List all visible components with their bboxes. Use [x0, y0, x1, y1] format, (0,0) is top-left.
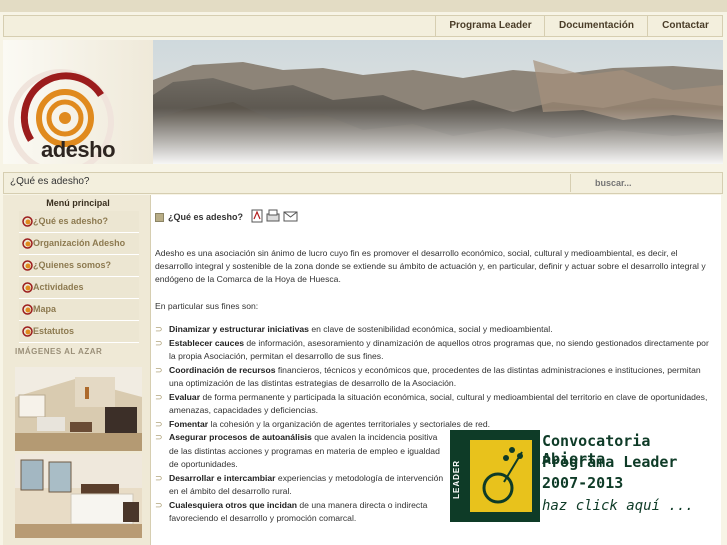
list-item: ⊃ Fomentar la cohesión y la organización … [155, 418, 715, 432]
sidebar-item-label: ¿Qué es adesho? [33, 216, 109, 226]
sidebar-item-label: Mapa [33, 304, 57, 314]
leader-logo-text: LEADER [452, 460, 461, 499]
breadcrumb: ¿Qué es adesho? [10, 176, 90, 187]
breadcrumb-bar: ¿Qué es adesho? [3, 172, 723, 194]
leader-logo: LEADER [450, 430, 540, 522]
document-actions [251, 209, 299, 225]
arrow-bullet-icon: ⊃ [155, 499, 163, 510]
list-item-bold: Fomentar [169, 418, 209, 429]
page: Programa Leader Documentación Contactar … [0, 0, 727, 545]
list-item-text: en clave de sostenibilidad económica, so… [308, 324, 553, 334]
arrow-bullet-icon: ⊃ [155, 418, 163, 429]
sidebar-item-que-es-adesho[interactable]: ¿Qué es adesho? [19, 211, 139, 233]
nav-documentacion[interactable]: Documentación [544, 16, 648, 36]
list-item: ⊃ Cualesquiera otros que incidan de una m… [155, 499, 449, 526]
sidebar-item-label: Organización Adesho [33, 238, 126, 248]
list-item: ⊃ Asegurar procesos de autoanálisis que a… [155, 431, 449, 472]
list-item-text: de forma permanente y participada la sit… [169, 391, 708, 416]
list-item-bold: Desarrollar e intercambiar [169, 472, 276, 483]
sidebar-item-organizacion[interactable]: Organización Adesho [19, 233, 139, 255]
swirl-bullet-icon [22, 216, 33, 227]
logo[interactable]: adesho [3, 40, 153, 164]
pdf-icon[interactable] [251, 209, 263, 223]
list-item-bold: Coordinación de recursos [169, 364, 276, 375]
main-content: ¿Qué es adesho? Adesho es una asociación… [151, 195, 721, 545]
list-item-bold: Asegurar procesos de autoanálisis [169, 432, 312, 442]
sidebar-item-label: Estatutos [33, 326, 75, 336]
list-item-text: de información, asesoramiento y dinamiza… [169, 337, 709, 362]
search-input[interactable] [570, 174, 720, 192]
top-nav: Programa Leader Documentación Contactar [3, 15, 723, 37]
intro-paragraph: Adesho es una asociación sin ánimo de lu… [155, 248, 706, 284]
sidebar-item-actividades[interactable]: Actividades [19, 277, 139, 299]
swirl-bullet-icon [22, 304, 33, 315]
arrow-bullet-icon: ⊃ [155, 324, 163, 334]
header-banner-image [153, 40, 723, 164]
sidebar-item-estatutos[interactable]: Estatutos [19, 321, 139, 343]
list-item-bold: Evaluar [169, 391, 201, 402]
leader-line-4: haz click aquí ... [542, 498, 694, 514]
list-item: ⊃ Coordinación de recursos financieros, t… [155, 364, 715, 391]
sidebar-item-label: ¿Quienes somos? [33, 260, 112, 270]
arrow-bullet-icon: ⊃ [155, 364, 163, 375]
mountain-landscape-image [153, 40, 723, 164]
page-title: ¿Qué es adesho? [168, 212, 244, 222]
top-strip [0, 0, 727, 12]
arrow-bullet-icon: ⊃ [155, 432, 163, 442]
random-image-living-room[interactable] [15, 367, 142, 451]
lead-paragraph: En particular sus fines son: [155, 301, 259, 311]
list-item: ⊃ Establecer cauces de información, aseso… [155, 337, 715, 364]
document-action-icons [251, 209, 298, 223]
nav-contactar[interactable]: Contactar [647, 16, 723, 36]
list-item: ⊃ Dinamizar y estructurar iniciativas en … [155, 323, 715, 337]
email-icon[interactable] [283, 211, 298, 222]
random-image-bedroom[interactable] [15, 454, 142, 538]
menu-title: Menú principal [46, 198, 110, 208]
arrow-bullet-icon: ⊃ [155, 391, 163, 402]
swirl-bullet-icon [22, 282, 33, 293]
logo-text: adesho [41, 137, 116, 162]
swirl-bullet-icon [22, 238, 33, 249]
arrow-bullet-icon: ⊃ [155, 337, 163, 348]
leader-line-3: 2007-2013 [542, 474, 624, 492]
leader-banner[interactable]: LEADER Convocatoria Abierta Programa Lea… [450, 430, 718, 522]
list-item-bold: Dinamizar y estructurar iniciativas [169, 324, 309, 334]
list-item: ⊃ Evaluar de forma permanente y participa… [155, 391, 715, 418]
list-item: ⊃ Desarrollar e intercambiar experiencias… [155, 472, 449, 499]
nav-programa-leader[interactable]: Programa Leader [435, 16, 545, 36]
swirl-bullet-icon [22, 326, 33, 337]
swirl-bullet-icon [22, 260, 33, 271]
sidebar: Menú principal ¿Qué es adesho? Organizac… [3, 195, 151, 545]
sidebar-item-quienes-somos[interactable]: ¿Quienes somos? [19, 255, 139, 277]
arrow-bullet-icon: ⊃ [155, 472, 163, 483]
list-item-text: la cohesión y la organización de agentes… [208, 418, 490, 429]
print-icon[interactable] [266, 209, 280, 222]
list-item-bold: Establecer cauces [169, 337, 245, 348]
sidebar-item-label: Actividades [33, 282, 84, 292]
random-images-title: IMÁGENES AL AZAR [15, 347, 103, 356]
page-title-wrap: ¿Qué es adesho? [155, 212, 244, 223]
leader-line-2: Programa Leader [542, 453, 678, 471]
title-bullet-icon [155, 213, 164, 223]
sidebar-item-mapa[interactable]: Mapa [19, 299, 139, 321]
header: adesho [3, 40, 723, 164]
list-item-bold: Cualesquiera otros que incidan [169, 499, 297, 510]
